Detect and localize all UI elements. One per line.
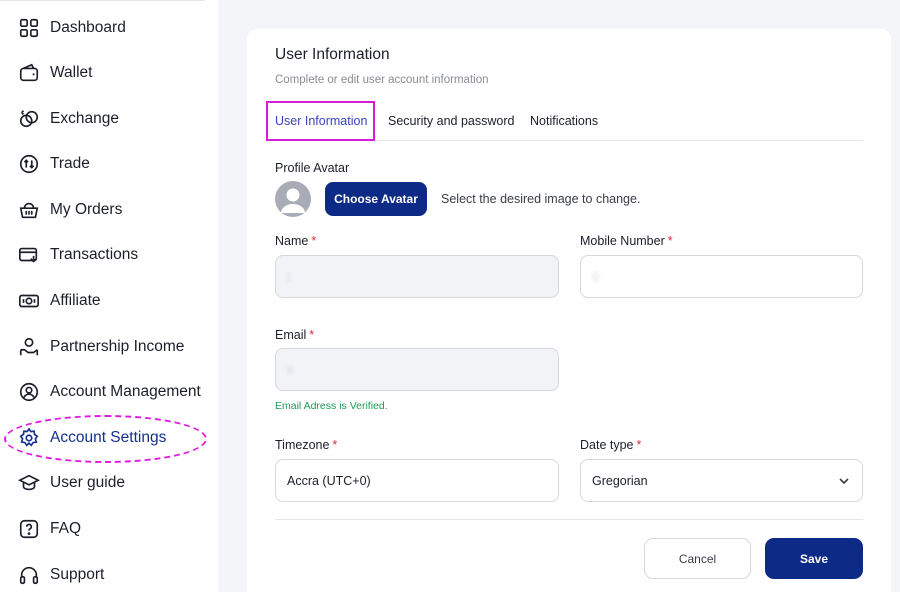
sidebar-item-my-orders[interactable]: My Orders	[18, 195, 122, 225]
tab-label: User Information	[275, 114, 368, 128]
required-mark: *	[636, 438, 642, 452]
sidebar-item-label: Exchange	[50, 110, 119, 127]
date-type-select[interactable]: Gregorian	[580, 459, 863, 502]
sidebar-item-wallet[interactable]: Wallet	[18, 58, 93, 88]
required-mark: *	[311, 234, 317, 248]
timezone-label: Timezone *	[275, 438, 337, 452]
avatar-hint: Select the desired image to change.	[441, 192, 641, 206]
sidebar-item-faq[interactable]: FAQ	[18, 514, 81, 544]
choose-avatar-button[interactable]: Choose Avatar	[325, 182, 427, 216]
required-mark: *	[667, 234, 673, 248]
sidebar-item-label: FAQ	[50, 520, 82, 537]
mobile-number-label: Mobile Number *	[580, 234, 673, 248]
cancel-button[interactable]: Cancel	[644, 538, 751, 579]
tab-label: Security and password	[388, 114, 515, 128]
sidebar-item-partnership-income[interactable]: Partnership Income	[18, 332, 184, 362]
save-button[interactable]: Save	[765, 538, 863, 579]
name-value: t	[287, 269, 291, 284]
sidebar-item-trade[interactable]: Trade	[18, 149, 90, 179]
dashboard-icon	[18, 17, 40, 39]
user-circle-icon	[18, 381, 40, 403]
sidebar-item-label: Wallet	[50, 64, 93, 81]
email-label: Email *	[275, 328, 314, 342]
sidebar-item-label: Affiliate	[50, 292, 101, 309]
mobile-value: 0	[592, 269, 599, 284]
date-type-value: Gregorian	[592, 473, 648, 488]
label-text: Date type	[580, 438, 634, 452]
sidebar-item-label: Partnership Income	[50, 338, 185, 355]
tab-bar: User Information Security and password N…	[266, 101, 863, 141]
sidebar-item-support[interactable]: Support	[18, 560, 104, 590]
label-text: Timezone	[275, 438, 330, 452]
chevron-down-icon	[839, 478, 849, 485]
sidebar-item-label: User guide	[50, 474, 125, 491]
trade-icon	[18, 153, 40, 175]
timezone-value: Accra (UTC+0)	[287, 473, 371, 488]
label-text: Name	[275, 234, 309, 248]
email-verified-status: Email Adress is Verified.	[275, 400, 388, 412]
sidebar-item-label: Transactions	[50, 246, 139, 263]
sidebar-item-label: Trade	[50, 155, 90, 172]
question-icon	[18, 518, 40, 540]
sidebar-item-transactions[interactable]: Transactions	[18, 240, 138, 270]
sidebar-item-user-guide[interactable]: User guide	[18, 468, 125, 498]
partnership-hand-icon	[18, 336, 40, 358]
required-mark: *	[309, 328, 315, 342]
sidebar: Dashboard Wallet Exchange Trade My Order…	[0, 0, 218, 592]
email-value: e	[287, 362, 294, 377]
tab-user-information[interactable]: User Information	[275, 101, 367, 141]
graduation-cap-icon	[18, 472, 40, 494]
sidebar-item-label: Account Settings	[50, 429, 167, 446]
card-title: User Information	[275, 46, 390, 63]
label-text: Mobile Number	[580, 234, 665, 248]
headphones-icon	[18, 564, 40, 586]
form-divider	[275, 519, 863, 520]
card-subtitle: Complete or edit user account informatio…	[275, 74, 489, 86]
tab-notifications[interactable]: Notifications	[530, 101, 598, 141]
exchange-icon	[18, 108, 40, 130]
sidebar-item-exchange[interactable]: Exchange	[18, 104, 119, 134]
sidebar-item-label: Account Management	[50, 383, 201, 400]
sidebar-item-dashboard[interactable]: Dashboard	[18, 13, 126, 43]
gear-icon	[18, 427, 40, 449]
tab-label: Notifications	[530, 114, 599, 128]
user-silhouette-icon	[281, 188, 305, 213]
label-text: Profile Avatar	[275, 161, 350, 175]
email-field[interactable]: e	[275, 348, 559, 391]
user-information-card: User Information Complete or edit user a…	[247, 29, 891, 592]
profile-avatar-label: Profile Avatar	[275, 161, 349, 175]
sidebar-item-label: My Orders	[50, 201, 123, 218]
sidebar-item-account-management[interactable]: Account Management	[18, 377, 201, 407]
sidebar-item-account-settings[interactable]: Account Settings	[18, 423, 166, 453]
sidebar-item-affiliate[interactable]: Affiliate	[18, 286, 101, 316]
sidebar-item-label: Support	[50, 566, 105, 583]
timezone-field[interactable]: Accra (UTC+0)	[275, 459, 559, 502]
wallet-icon	[18, 62, 40, 84]
required-mark: *	[332, 438, 338, 452]
mobile-number-field[interactable]: 0	[580, 255, 863, 298]
avatar	[275, 181, 311, 217]
name-field[interactable]: t	[275, 255, 559, 298]
transactions-card-icon	[18, 244, 40, 266]
name-label: Name *	[275, 234, 316, 248]
orders-basket-icon	[18, 199, 40, 221]
tab-security-and-password[interactable]: Security and password	[388, 101, 514, 141]
sidebar-top-divider	[0, 0, 205, 1]
affiliate-icon	[18, 290, 40, 312]
sidebar-item-label: Dashboard	[50, 19, 126, 36]
date-type-label: Date type *	[580, 438, 641, 452]
label-text: Email	[275, 328, 307, 342]
